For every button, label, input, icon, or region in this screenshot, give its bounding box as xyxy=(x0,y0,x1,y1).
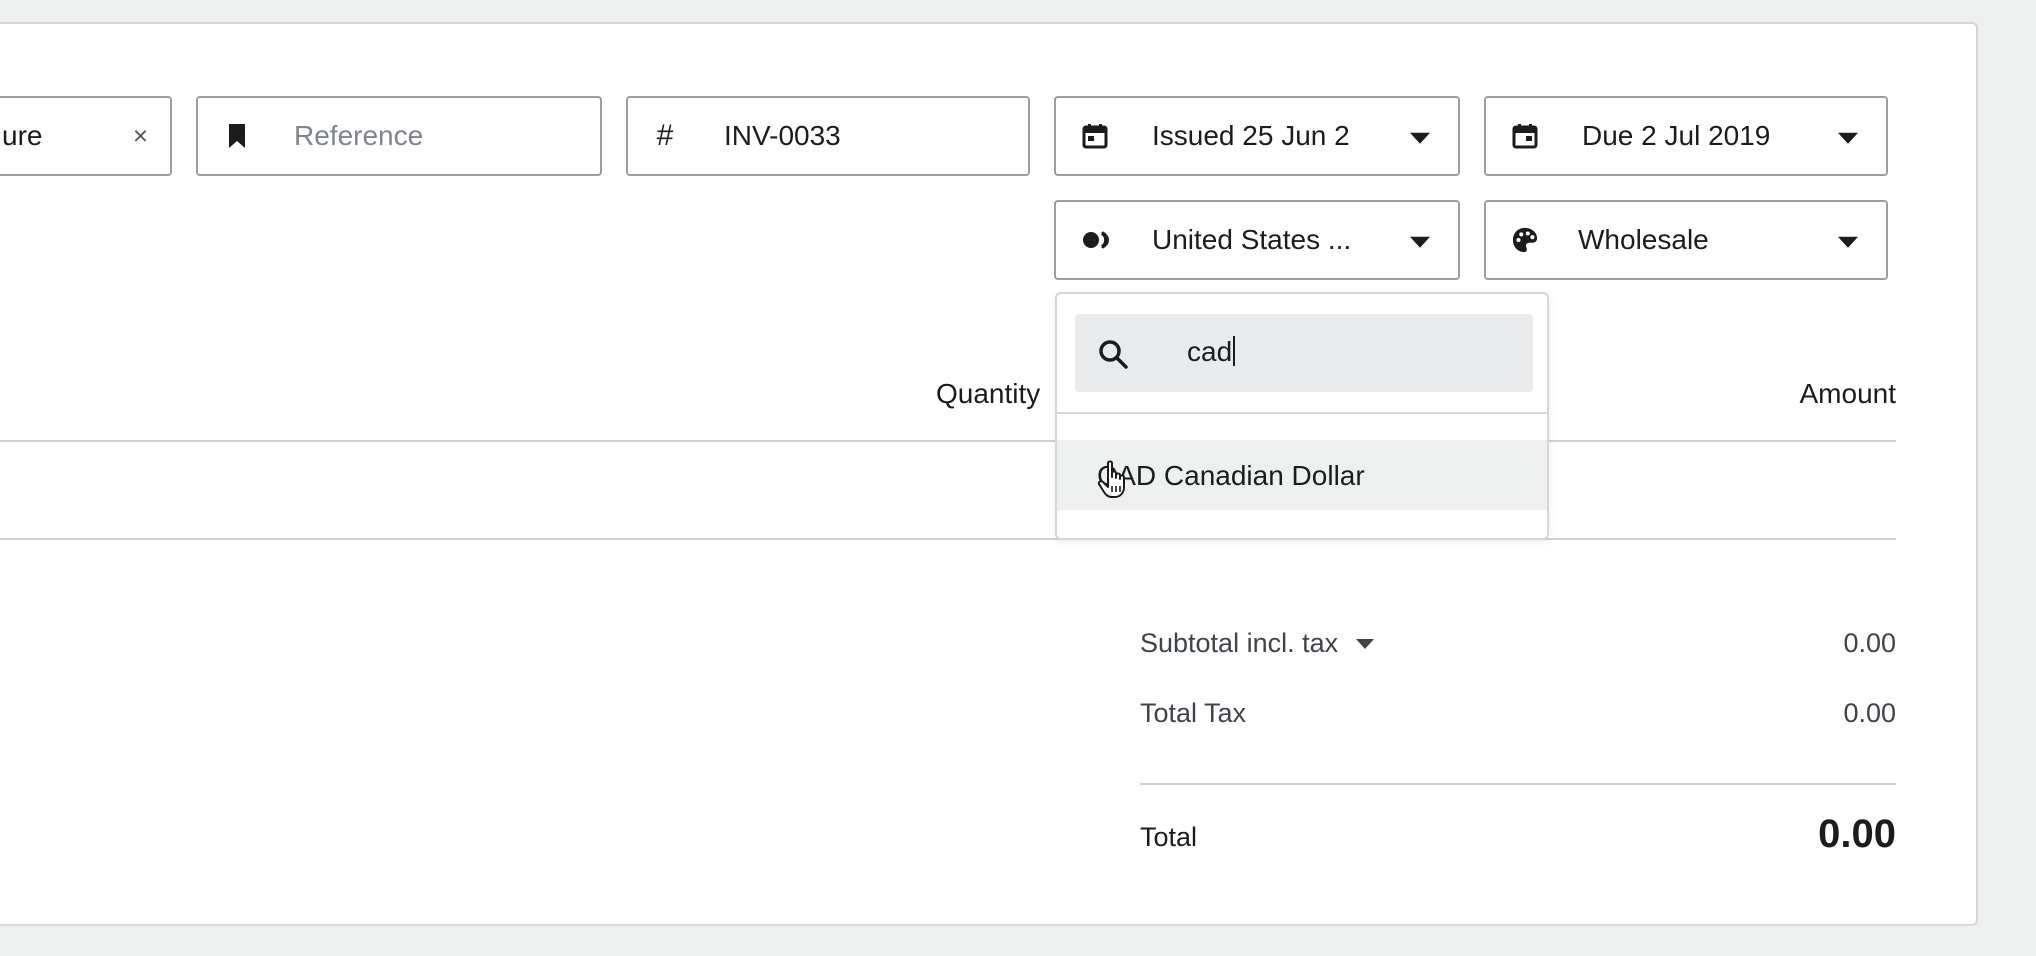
table-row-divider xyxy=(0,538,1896,540)
subtotal-label-text: Subtotal incl. tax xyxy=(1140,628,1339,658)
bookmark-icon xyxy=(224,123,250,149)
currency-dropdown: cad CAD Canadian Dollar xyxy=(1055,292,1549,540)
total-value: 0.00 xyxy=(1818,812,1896,856)
currency-option-cad[interactable]: CAD Canadian Dollar xyxy=(1057,440,1547,510)
currency-value: United States ... xyxy=(1152,224,1352,255)
chevron-down-icon xyxy=(1410,236,1430,248)
currency-select[interactable]: United States ... xyxy=(1054,200,1460,280)
calendar-icon xyxy=(1512,123,1538,149)
hand-pointer-icon xyxy=(1097,460,1131,500)
invoice-number-field[interactable]: # INV-0033 xyxy=(626,96,1030,176)
total-label: Total xyxy=(1140,822,1198,852)
summary-divider xyxy=(1140,783,1896,785)
subtotal-value: 0.00 xyxy=(1843,628,1896,658)
chevron-down-icon xyxy=(1838,236,1858,248)
column-header-quantity: Quantity xyxy=(936,378,1041,409)
due-date-value: Due 2 Jul 2019 xyxy=(1582,120,1771,151)
search-icon xyxy=(1097,338,1129,370)
total-tax-label: Total Tax xyxy=(1140,698,1247,728)
table-header-divider xyxy=(0,440,1896,442)
issued-date-value: Issued 25 Jun 2 xyxy=(1152,120,1350,151)
branding-theme-select[interactable]: Wholesale xyxy=(1484,200,1888,280)
due-date-field[interactable]: Due 2 Jul 2019 xyxy=(1484,96,1888,176)
contact-field[interactable]: ure × xyxy=(0,96,172,176)
chevron-down-icon xyxy=(1410,132,1430,144)
branding-value: Wholesale xyxy=(1578,224,1709,255)
clear-contact-button[interactable]: × xyxy=(133,121,148,152)
chevron-down-icon xyxy=(1838,132,1858,144)
issued-date-field[interactable]: Issued 25 Jun 2 xyxy=(1054,96,1460,176)
currency-option-label: CAD Canadian Dollar xyxy=(1097,460,1365,491)
total-tax-value: 0.00 xyxy=(1843,698,1896,728)
chevron-down-icon xyxy=(1356,639,1375,649)
contact-value: ure xyxy=(2,120,43,151)
palette-icon xyxy=(1512,227,1538,253)
subtotal-label[interactable]: Subtotal incl. tax xyxy=(1140,628,1375,659)
hash-icon: # xyxy=(656,119,674,152)
invoice-number-value: INV-0033 xyxy=(724,120,841,151)
reference-field[interactable]: Reference xyxy=(196,96,602,176)
calendar-icon xyxy=(1082,123,1108,149)
column-header-amount: Amount xyxy=(1799,378,1897,409)
dropdown-divider xyxy=(1057,412,1547,414)
currency-search-input[interactable]: cad xyxy=(1075,314,1533,392)
reference-placeholder: Reference xyxy=(294,120,424,151)
text-cursor xyxy=(1233,336,1236,366)
currency-icon xyxy=(1082,227,1114,253)
currency-search-value: cad xyxy=(1187,336,1233,367)
